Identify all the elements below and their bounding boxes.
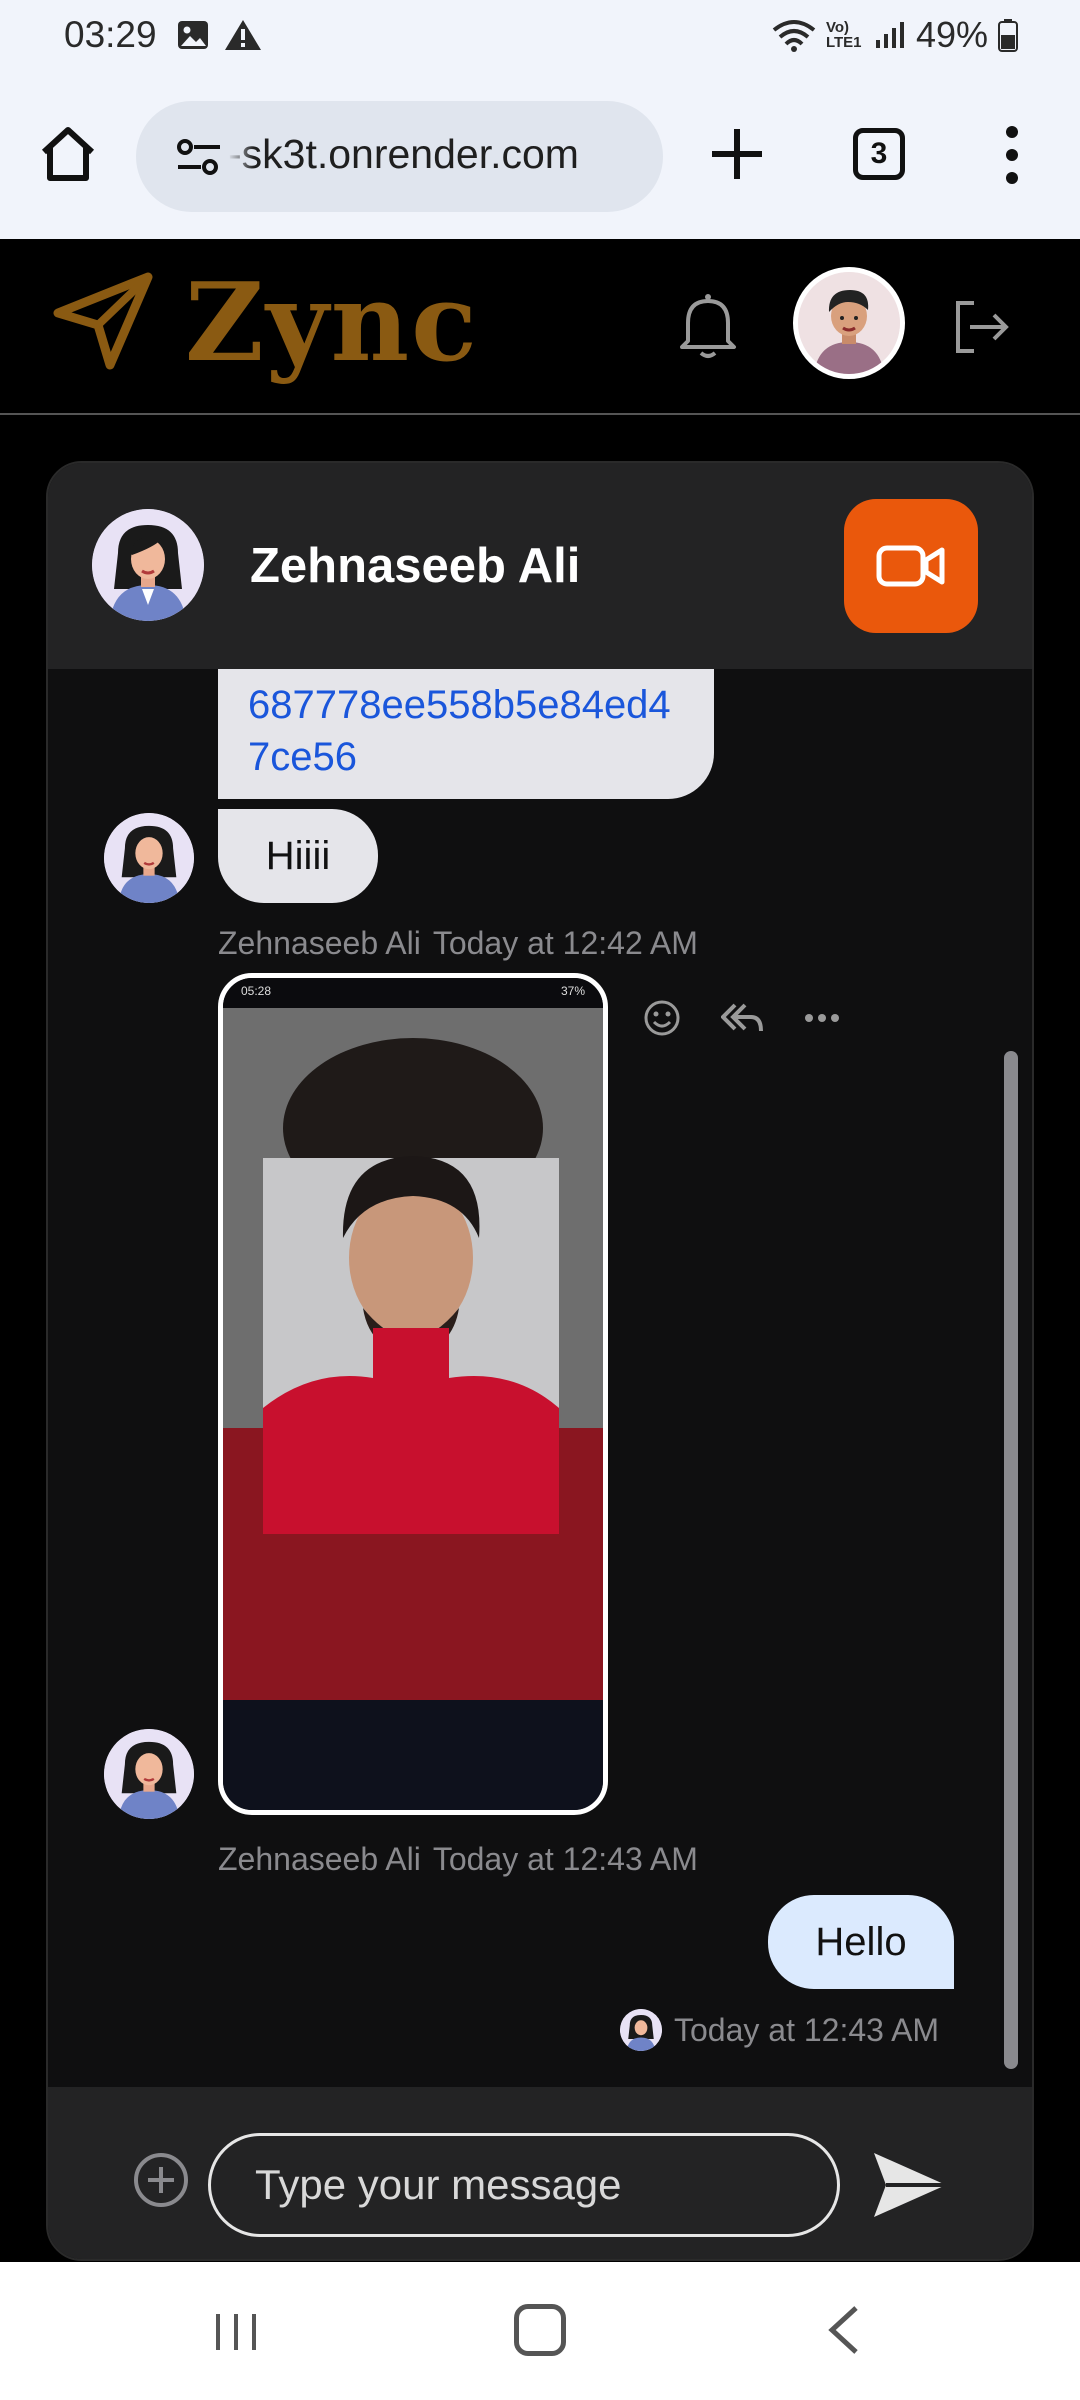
back-icon[interactable] — [826, 2304, 862, 2356]
home-icon[interactable] — [36, 122, 100, 186]
url-text[interactable]: -sk3t.onrender.com — [228, 131, 648, 178]
screenshot-nav-bar — [223, 1700, 603, 1810]
male-avatar-illustration — [798, 272, 900, 374]
message-text[interactable]: 687778ee558b5e84ed47ce56 — [248, 683, 671, 779]
app-logo-text[interactable]: Zync — [185, 269, 479, 377]
tab-count: 3 — [870, 137, 888, 170]
female-avatar-illustration — [620, 2009, 662, 2051]
message-time: Today at 12:43 AM — [674, 2011, 940, 2048]
message-composer — [48, 2087, 1032, 2259]
video-camera-icon — [876, 545, 945, 587]
status-time: 03:29 — [64, 14, 157, 55]
chat-window: Zehnaseeb Ali 687778ee558b5e84ed47ce56 H… — [46, 461, 1034, 2261]
message-time: Today at 12:43 AM — [432, 1841, 698, 1877]
photo-of-person — [223, 1008, 603, 1708]
message-sender: Zehnaseeb Ali — [218, 925, 421, 961]
more-menu-icon[interactable] — [1000, 124, 1024, 186]
message-text: Hiiii — [265, 833, 331, 878]
message-list[interactable]: 687778ee558b5e84ed47ce56 Hiiii Zehnaseeb… — [48, 669, 1032, 2087]
recents-icon[interactable] — [212, 2310, 260, 2354]
message-text: Hello — [815, 1919, 907, 1964]
chat-header: Zehnaseeb Ali — [48, 463, 1032, 669]
status-bar: 03:29 Vo) LTE1 49% — [0, 0, 1080, 76]
screenshot-status-bar: 05:28 37% — [223, 978, 603, 1008]
sender-avatar — [104, 813, 194, 903]
warning-icon — [225, 20, 261, 50]
app-header: Zync — [0, 239, 1080, 415]
system-nav-bar — [0, 2262, 1080, 2400]
notification-bell-icon[interactable] — [676, 291, 740, 361]
network-label: Vo) LTE1 — [825, 19, 862, 51]
sender-avatar — [104, 1729, 194, 1819]
battery-percent: 49% — [915, 14, 988, 55]
outgoing-message-bubble[interactable]: Hello — [768, 1895, 954, 1989]
message-actions — [643, 999, 841, 1037]
battery-icon — [998, 19, 1018, 52]
home-nav-icon[interactable] — [514, 2304, 566, 2356]
reply-all-icon[interactable] — [721, 999, 763, 1037]
add-attachment-icon[interactable] — [132, 2151, 190, 2209]
female-avatar-illustration — [92, 509, 204, 621]
send-icon[interactable] — [870, 2145, 950, 2225]
wifi-icon — [772, 20, 816, 52]
message-bubble-link[interactable]: 687778ee558b5e84ed47ce56 — [218, 669, 714, 799]
message-input[interactable] — [208, 2133, 840, 2237]
female-avatar-illustration — [104, 1729, 194, 1819]
message-meta: Zehnaseeb Ali Today at 12:43 AM — [218, 1841, 698, 1878]
message-scrollbar[interactable] — [1004, 1051, 1018, 2069]
user-avatar[interactable] — [793, 267, 905, 379]
browser-toolbar: -sk3t.onrender.com 3 — [0, 76, 1080, 239]
new-tab-icon[interactable] — [706, 123, 768, 185]
message-sender: Zehnaseeb Ali — [218, 1841, 421, 1877]
message-meta: Today at 12:43 AM — [620, 2009, 939, 2051]
contact-avatar[interactable] — [92, 509, 204, 621]
emoji-reaction-icon[interactable] — [643, 999, 681, 1037]
message-time: Today at 12:42 AM — [432, 925, 698, 961]
sender-avatar — [620, 2009, 662, 2051]
tab-switcher-button[interactable]: 3 — [853, 128, 905, 180]
signal-icon — [875, 22, 904, 48]
paper-plane-logo-icon — [53, 272, 153, 370]
message-bubble[interactable]: Hiiii — [218, 809, 378, 903]
logout-icon[interactable] — [948, 295, 1012, 359]
female-avatar-illustration — [104, 813, 194, 903]
message-meta: Zehnaseeb Ali Today at 12:42 AM — [218, 925, 698, 962]
video-call-button[interactable] — [844, 499, 978, 633]
more-options-icon[interactable] — [803, 999, 841, 1037]
address-bar[interactable]: -sk3t.onrender.com — [136, 101, 663, 212]
site-settings-icon[interactable] — [176, 137, 222, 177]
image-message[interactable]: 05:28 37% — [218, 973, 608, 1815]
contact-name: Zehnaseeb Ali — [250, 539, 581, 593]
gallery-icon — [178, 21, 208, 49]
